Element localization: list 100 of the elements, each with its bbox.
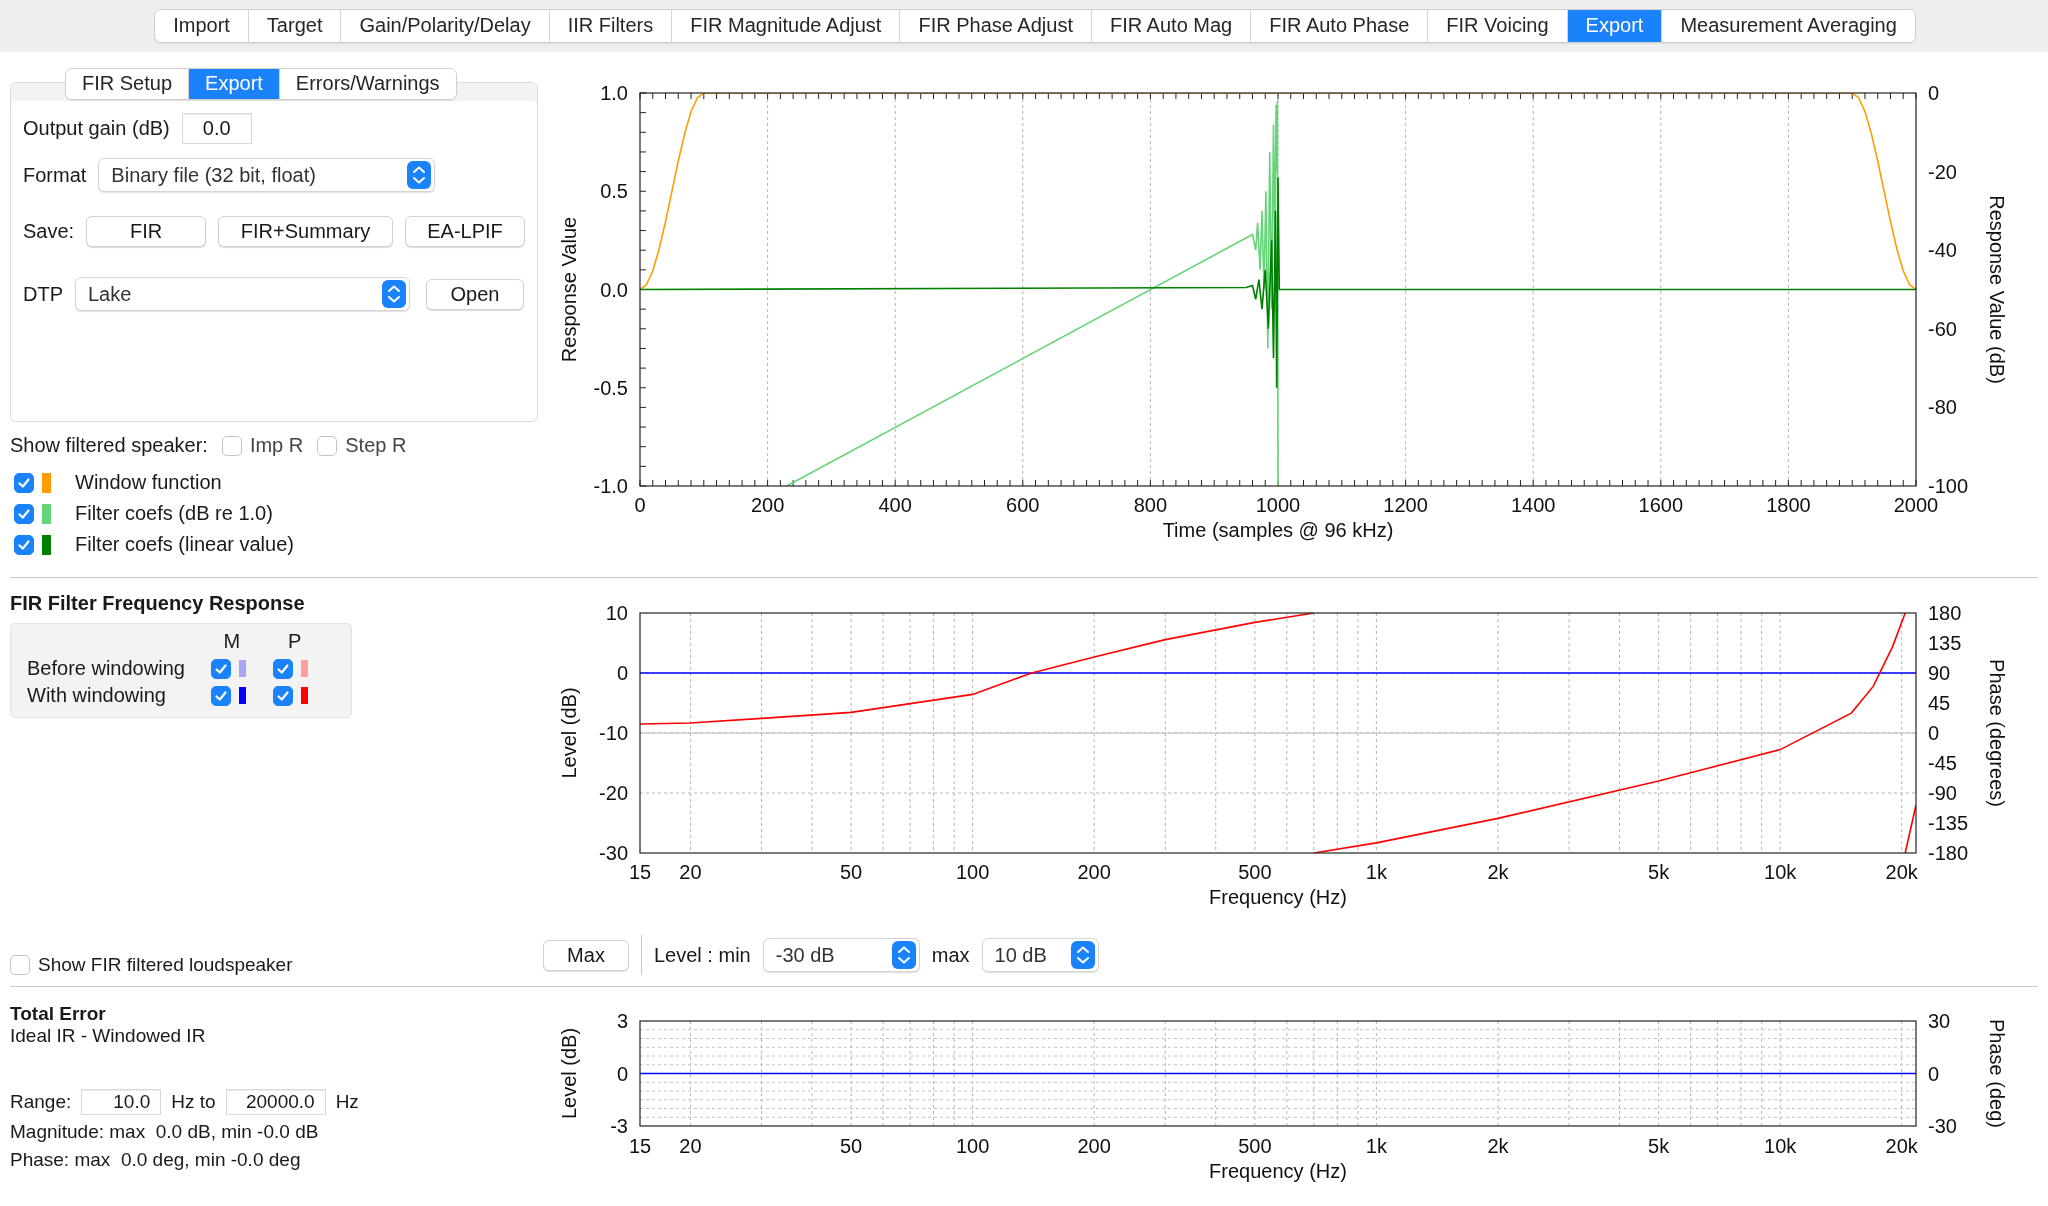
field-label: Format <box>23 163 87 187</box>
tick-label: 500 <box>1238 861 1272 883</box>
checkbox[interactable] <box>317 435 338 456</box>
tick-label: 2k <box>1487 861 1509 883</box>
field-label: DTP <box>23 282 63 306</box>
axis-title: Phase (degrees) <box>1986 659 2008 807</box>
level-dropdown[interactable]: 10 dB <box>981 938 1099 972</box>
legend-swatch <box>42 472 51 493</box>
section-title: FIR Filter Frequency Response <box>10 592 306 615</box>
tab[interactable]: FIR Setup <box>66 69 190 99</box>
stepper-icon <box>407 161 432 189</box>
tick-label: 20k <box>1885 1135 1918 1157</box>
tick-label: 200 <box>1077 861 1111 883</box>
tick-label: -45 <box>1928 752 1957 774</box>
input-field[interactable]: 10.0 <box>81 1089 162 1115</box>
checkbox[interactable] <box>10 955 30 975</box>
tick-label: 1800 <box>1766 494 1811 516</box>
checkbox[interactable] <box>221 435 242 456</box>
summary-text: Magnitude: max 0.0 dB, min -0.0 dB <box>10 1121 320 1143</box>
tab[interactable]: FIR Auto Phase <box>1251 10 1429 42</box>
tick-label: -60 <box>1928 317 1957 340</box>
tab[interactable]: Measurement Averaging <box>1662 10 1915 42</box>
tick-label: 135 <box>1928 632 1962 654</box>
field-label: Hz <box>335 1091 359 1113</box>
tick-label: 1k <box>1365 1135 1387 1157</box>
axis-title: Time (samples @ 96 kHz) <box>1162 519 1394 541</box>
save-button[interactable]: FIR <box>86 216 207 247</box>
tab[interactable]: FIR Magnitude Adjust <box>672 10 901 42</box>
checkbox[interactable] <box>211 685 232 706</box>
tick-label: 15 <box>628 861 652 883</box>
save-button[interactable]: FIR+Summary <box>218 216 393 247</box>
tick-label: -20 <box>1928 160 1957 183</box>
row-label: With windowing <box>27 684 167 707</box>
input-field[interactable]: 20000.0 <box>225 1089 326 1115</box>
tab[interactable]: FIR Phase Adjust <box>900 10 1092 42</box>
legend-label: Filter coefs (dB re 1.0) <box>75 502 273 525</box>
section-title: Total Error <box>10 1003 107 1025</box>
tick-label: -40 <box>1928 239 1957 262</box>
checkbox[interactable] <box>273 658 293 679</box>
field-label: Hz to <box>171 1091 216 1113</box>
tick-label: 90 <box>1928 662 1951 684</box>
checkbox[interactable] <box>273 685 293 706</box>
input-field[interactable]: 0.0 <box>181 113 252 144</box>
tab[interactable]: Import <box>155 10 249 42</box>
field-label: max <box>931 943 970 967</box>
tick-label: -3 <box>610 1115 628 1137</box>
subtitle: Ideal IR - Windowed IR <box>10 1025 207 1047</box>
tab[interactable]: FIR Voicing <box>1428 10 1568 42</box>
stepper-icon <box>382 280 406 308</box>
tick-label: 3 <box>616 1010 628 1032</box>
legend-label: Window function <box>75 471 222 494</box>
stepper-icon <box>1070 941 1095 969</box>
tick-label: 30 <box>1928 1010 1951 1032</box>
axis-title: Response Value <box>558 216 580 363</box>
tick-label: 600 <box>1006 494 1040 516</box>
tick-label: 45 <box>1928 692 1951 714</box>
column-header: P <box>287 630 303 653</box>
format-dropdown[interactable]: Binary file (32 bit, float) <box>98 158 436 192</box>
tick-label: 5k <box>1648 1135 1670 1157</box>
field-label: Range: <box>10 1091 72 1113</box>
legend-swatch <box>42 503 51 524</box>
tick-label: -80 <box>1928 396 1957 419</box>
tick-label: 500 <box>1238 1135 1272 1157</box>
field-label: Output gain (dB) <box>23 117 170 140</box>
checkbox[interactable] <box>211 658 232 679</box>
tab[interactable]: Target <box>248 10 342 42</box>
checkbox-label: Show FIR filtered loudspeaker <box>38 954 293 976</box>
tick-label: 2000 <box>1893 494 1939 516</box>
save-button[interactable]: EA-LPIF <box>405 216 525 247</box>
tick-label: 800 <box>1133 494 1168 516</box>
tick-label: -1.0 <box>593 475 628 497</box>
tick-label: 2k <box>1487 1135 1509 1157</box>
row-label: Before windowing <box>27 657 186 680</box>
tick-label: 180 <box>1928 602 1962 624</box>
axis-title: Frequency (Hz) <box>1209 886 1347 908</box>
level-dropdown[interactable]: -30 dB <box>762 938 920 972</box>
tick-label: 0 <box>634 494 646 516</box>
tick-label: -90 <box>1928 782 1957 804</box>
axis-title: Level (dB) <box>558 687 580 779</box>
tick-label: 10 <box>605 602 628 624</box>
tab[interactable]: Gain/Polarity/Delay <box>341 10 550 42</box>
tick-label: 0 <box>1928 82 1940 104</box>
tick-label: 100 <box>955 861 990 883</box>
tick-label: 15 <box>628 1135 652 1157</box>
open-button[interactable]: Open <box>426 278 524 310</box>
tab[interactable]: IIR Filters <box>549 10 673 42</box>
tick-label: 50 <box>840 1135 863 1157</box>
checkbox[interactable] <box>14 534 34 555</box>
tab[interactable]: Errors/Warnings <box>279 69 456 99</box>
tick-label: 100 <box>955 1135 990 1157</box>
summary-text: Phase: max 0.0 deg, min -0.0 deg <box>10 1149 302 1171</box>
tick-label: 20 <box>679 1135 702 1157</box>
tab[interactable]: FIR Auto Mag <box>1091 10 1252 42</box>
checkbox[interactable] <box>14 503 34 524</box>
axis-title: Response Value (dB) <box>1986 195 2008 384</box>
dtp-dropdown[interactable]: Lake <box>75 277 410 311</box>
tab[interactable]: Export <box>189 69 280 99</box>
checkbox[interactable] <box>14 472 34 493</box>
max-button[interactable]: Max <box>543 939 629 971</box>
tab[interactable]: Export <box>1567 10 1663 42</box>
